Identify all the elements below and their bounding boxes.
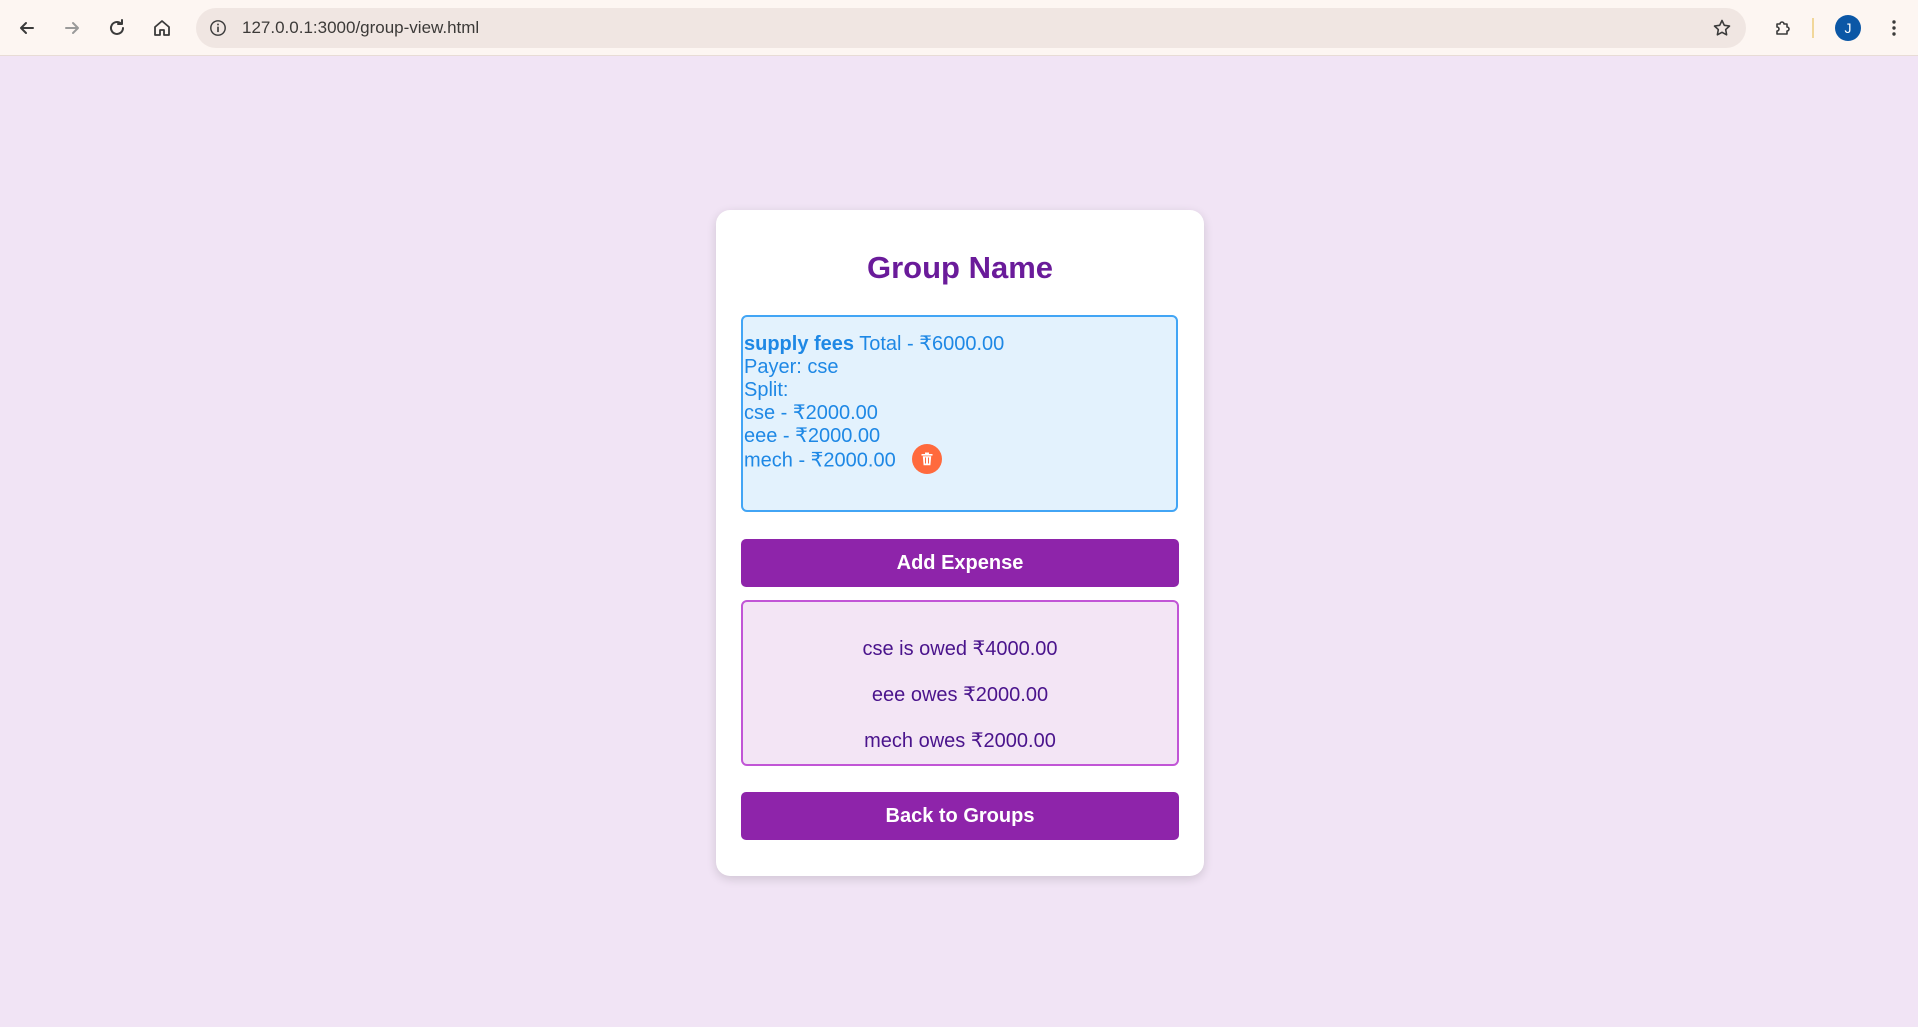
home-icon <box>154 20 170 36</box>
balance-line: eee owes ₹2000.00 <box>871 684 1049 706</box>
expense-payer: Payer: cse <box>744 356 839 378</box>
arrow-right-icon <box>65 22 79 34</box>
group-card: Group Name supply fees Total - ₹6000.00 … <box>716 210 1204 876</box>
expense-total: Total - ₹6000.00 <box>859 333 1005 355</box>
expense-header: supply fees Total - ₹6000.00 <box>744 333 1176 356</box>
forward-button[interactable] <box>54 10 90 46</box>
arrow-left-icon <box>20 22 34 34</box>
expense-split-label: Split: <box>744 379 789 401</box>
toolbar-divider <box>1812 18 1814 38</box>
address-bar[interactable]: 127.0.0.1:3000/group-view.html <box>196 8 1746 48</box>
url-text[interactable]: 127.0.0.1:3000/group-view.html <box>242 8 479 48</box>
expense-item: supply fees Total - ₹6000.00 Payer: cse … <box>741 315 1178 512</box>
bookmark-star-icon[interactable] <box>1710 16 1734 40</box>
reload-icon <box>110 19 124 35</box>
back-to-groups-button[interactable]: Back to Groups <box>741 792 1179 840</box>
split-line: cse - ₹2000.00 <box>744 402 878 424</box>
back-button[interactable] <box>9 10 45 46</box>
menu-button[interactable] <box>1876 10 1912 46</box>
puzzle-piece-icon <box>1776 21 1790 35</box>
delete-expense-button[interactable] <box>911 444 942 474</box>
site-info-icon[interactable] <box>204 14 232 42</box>
split-line-last: mech - ₹2000.00 <box>744 444 1176 474</box>
balance-line: mech owes ₹2000.00 <box>864 730 1056 752</box>
browser-toolbar: 127.0.0.1:3000/group-view.html J <box>0 0 1918 56</box>
more-vertical-icon <box>1892 20 1896 36</box>
split-line-text: mech - ₹2000.00 <box>744 449 896 472</box>
split-line: eee - ₹2000.00 <box>744 425 881 447</box>
add-expense-button[interactable]: Add Expense <box>741 539 1179 587</box>
extensions-button[interactable] <box>1765 10 1801 46</box>
home-button[interactable] <box>144 10 180 46</box>
trash-icon <box>921 452 933 466</box>
profile-avatar[interactable]: J <box>1835 15 1861 41</box>
group-title: Group Name <box>866 250 1054 285</box>
balances-panel: cse is owed ₹4000.00 eee owes ₹2000.00 m… <box>741 600 1179 766</box>
expense-name: supply fees <box>744 333 855 355</box>
balance-line: cse is owed ₹4000.00 <box>862 638 1058 660</box>
reload-button[interactable] <box>99 10 135 46</box>
